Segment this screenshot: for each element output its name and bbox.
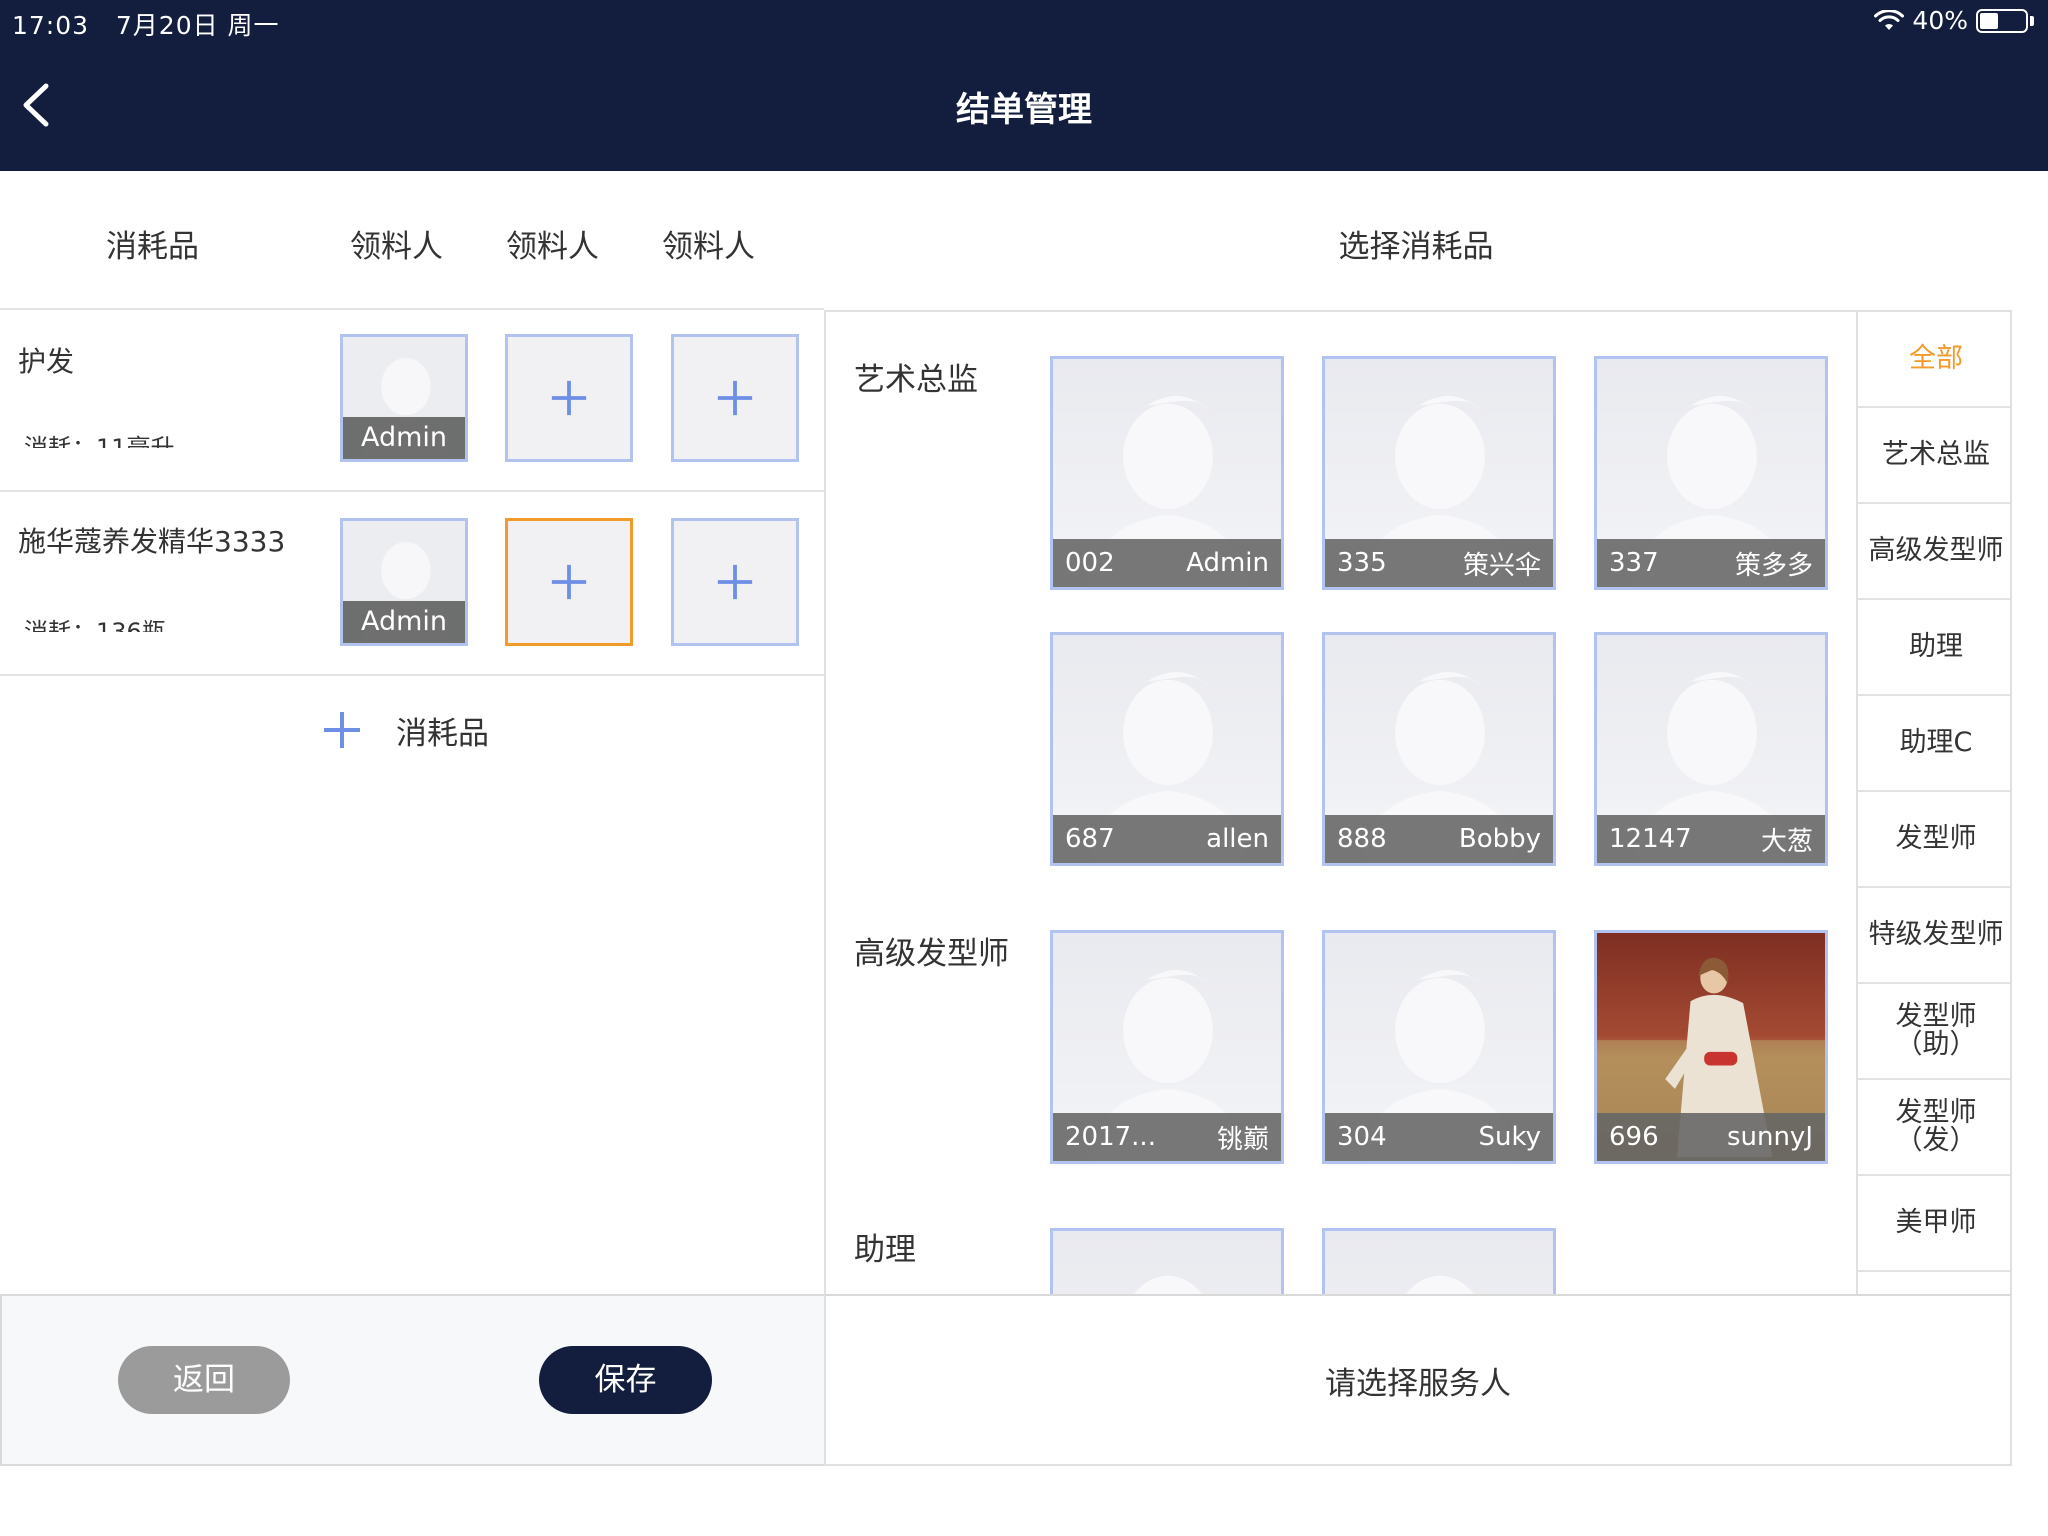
staff-name: 策兴伞 [1462,550,1541,581]
category-item[interactable]: 发型师（助） [1858,984,2010,1080]
add-receiver-slot[interactable] [671,334,799,462]
avatar-placeholder-icon [1134,1275,1202,1294]
category-item[interactable]: 发型师 [1858,792,2010,888]
battery-tip [2030,15,2034,26]
staff-info-bar: 888 Bobby [1325,815,1553,863]
group-label: 艺术总监 [854,362,978,398]
consumable-usage: 消耗：136瓶 [24,618,166,632]
group-label: 高级发型师 [854,936,1009,972]
consumable-row: 护发 消耗：11毫升 Admin [0,310,824,492]
battery-percent: 40% [1912,6,1968,35]
receiver-slot-filled[interactable]: Admin [340,334,468,462]
staff-card[interactable]: 687 allen [1050,632,1284,866]
category-all[interactable]: 全部 [1858,312,2010,408]
app-header: 17:03 7月20日 周一 40% 结单管理 [0,0,2048,171]
battery-icon [1976,8,2028,33]
plus-icon [717,564,753,600]
receiver-name: Admin [343,601,465,643]
staff-code: 2017... [1065,1122,1156,1152]
staff-code: 337 [1609,548,1659,578]
receiver-slot-filled[interactable]: Admin [340,518,468,646]
consumable-name: 施华蔻养发精华3333 [18,525,286,558]
staff-name: Bobby [1458,824,1541,854]
save-button[interactable]: 保存 [539,1346,712,1414]
consumable-row: 施华蔻养发精华3333 消耗：136瓶 Admin [0,492,824,676]
staff-card[interactable]: 304 Suky [1322,930,1556,1164]
group-label: 助理 [854,1232,916,1268]
staff-card[interactable]: 002 Admin [1050,356,1284,590]
status-date: 7月20日 周一 [115,11,280,40]
staff-info-bar: 002 Admin [1053,539,1281,587]
category-item[interactable]: 艺术总监 [1858,408,2010,504]
staff-info-bar: 2017... 铫巅 [1053,1113,1281,1161]
staff-name: sunnyJ [1726,1122,1813,1152]
add-receiver-slot-selected[interactable] [505,518,633,646]
consumable-table-header: 消耗品 领料人 领料人 领料人 [0,171,824,310]
plus-icon [551,564,587,600]
wifi-icon [1874,9,1905,30]
consumable-name: 护发 [18,345,75,378]
staff-code: 696 [1609,1122,1659,1152]
staff-card[interactable]: 888 Bobby [1322,632,1556,866]
staff-card[interactable]: 337 策多多 [1594,356,1828,590]
consumable-usage: 消耗：11毫升 [24,434,175,448]
avatar-placeholder-icon [1406,1275,1474,1294]
staff-name: 策多多 [1734,550,1813,581]
right-action-bar: 请选择服务人 [824,1294,2012,1466]
receiver-name: Admin [343,417,465,459]
category-item[interactable]: 发型师（发） [1858,1080,2010,1176]
staff-info-bar: 337 策多多 [1597,539,1825,587]
page-title: 结单管理 [956,90,1092,130]
staff-code: 335 [1337,548,1387,578]
staff-card[interactable]: 696 sunnyJ [1594,930,1828,1164]
staff-info-bar: 696 sunnyJ [1597,1113,1825,1161]
plus-icon [717,380,753,416]
select-panel-title: 选择消耗品 [1338,229,1494,265]
category-item[interactable]: 助理C [1858,696,2010,792]
receiver-column-header-1: 领料人 [350,229,443,265]
category-item[interactable]: 助理 [1858,600,2010,696]
staff-code: 304 [1337,1122,1387,1152]
staff-code: 12147 [1609,824,1692,854]
staff-name: 大葱 [1760,826,1813,857]
staff-info-bar: 335 策兴伞 [1325,539,1553,587]
staff-card[interactable]: 2017... 铫巅 [1050,930,1284,1164]
add-consumable-label: 消耗品 [396,715,489,752]
staff-info-bar: 304 Suky [1325,1113,1553,1161]
select-server-prompt[interactable]: 请选择服务人 [826,1358,2010,1403]
staff-grid[interactable]: 艺术总监 高级发型师 助理 002 Admin 335 策兴伞 337 策多多 687… [826,312,1856,1294]
status-indicators: 40% [1874,6,2034,35]
staff-code: 687 [1065,824,1115,854]
plus-icon [324,712,360,748]
left-action-bar: 返回 保存 [0,1294,826,1466]
staff-name: 铫巅 [1216,1124,1269,1155]
return-button[interactable]: 返回 [118,1346,290,1414]
staff-card[interactable]: 335 策兴伞 [1322,356,1556,590]
receiver-column-header-3: 领料人 [662,229,755,265]
category-item[interactable]: 美甲师 [1858,1176,2010,1272]
add-receiver-slot[interactable] [505,334,633,462]
staff-name: allen [1206,824,1269,854]
staff-card[interactable] [1322,1228,1556,1294]
add-receiver-slot[interactable] [671,518,799,646]
category-item[interactable]: 高级发型师 [1858,504,2010,600]
staff-selection-panel: 艺术总监 高级发型师 助理 002 Admin 335 策兴伞 337 策多多 687… [824,310,2012,1296]
staff-code: 002 [1065,548,1115,578]
add-consumable-button[interactable]: 消耗品 [322,700,489,760]
staff-card[interactable]: 12147 大葱 [1594,632,1828,866]
status-time-date: 17:03 7月20日 周一 [12,6,280,42]
staff-info-bar: 12147 大葱 [1597,815,1825,863]
staff-card[interactable] [1050,1228,1284,1294]
status-time: 17:03 [12,11,90,40]
plus-icon [551,380,587,416]
staff-name: Admin [1186,548,1269,578]
staff-name: Suky [1478,1122,1542,1152]
staff-info-bar: 687 allen [1053,815,1281,863]
consumable-column-header: 消耗品 [106,229,199,265]
category-sidebar: 全部 艺术总监 高级发型师 助理 助理C 发型师 特级发型师 发型师（助） 发型… [1856,312,2010,1294]
staff-code: 888 [1337,824,1387,854]
receiver-column-header-2: 领料人 [506,229,599,265]
category-item[interactable]: 特级发型师 [1858,888,2010,984]
